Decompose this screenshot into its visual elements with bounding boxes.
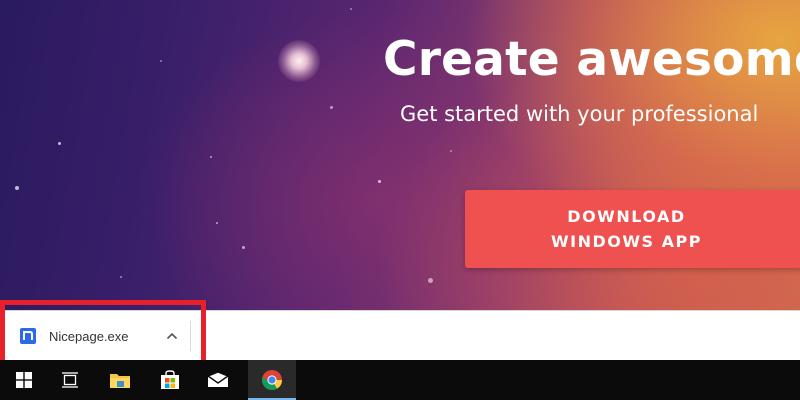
star [210, 156, 212, 158]
download-file-name: Nicepage.exe [49, 328, 129, 344]
chevron-up-icon[interactable] [160, 324, 184, 348]
download-button-line2: WINDOWS APP [551, 232, 702, 251]
star [160, 60, 162, 62]
star [120, 276, 122, 278]
mail-icon[interactable] [194, 360, 242, 400]
file-explorer-icon[interactable] [96, 360, 144, 400]
hero-section: Create awesome Get started with your pro… [0, 0, 800, 310]
download-item-divider [190, 321, 191, 351]
star [58, 142, 61, 145]
glow-star [278, 40, 320, 82]
hero-subheadline: Get started with your professional [400, 102, 759, 126]
windows-taskbar [0, 360, 800, 400]
star [428, 278, 433, 283]
star [378, 180, 381, 183]
download-shelf: Nicepage.exe [0, 310, 800, 360]
windows-start-icon[interactable] [0, 360, 48, 400]
star [350, 8, 352, 10]
star [216, 222, 218, 224]
star [450, 150, 452, 152]
nicepage-icon [20, 328, 36, 344]
star [330, 106, 333, 109]
star [15, 186, 19, 190]
download-button-line1: DOWNLOAD [567, 207, 686, 226]
download-item-nicepage[interactable]: Nicepage.exe [12, 319, 190, 353]
microsoft-store-icon[interactable] [146, 360, 194, 400]
screen: Create awesome Get started with your pro… [0, 0, 800, 400]
task-view-icon[interactable] [46, 360, 94, 400]
download-windows-app-button[interactable]: DOWNLOAD WINDOWS APP [465, 190, 800, 268]
chrome-icon[interactable] [248, 360, 296, 400]
hero-headline: Create awesome [383, 32, 800, 87]
star [242, 246, 245, 249]
